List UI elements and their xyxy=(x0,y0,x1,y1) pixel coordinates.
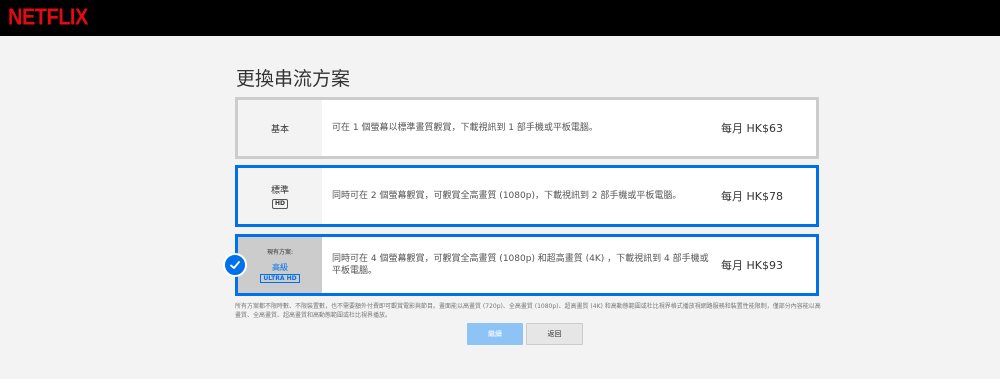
plan-name: 標準 xyxy=(270,186,289,196)
plan-price: 每月 HK$93 xyxy=(721,259,783,272)
ultra-hd-badge: ULTRA HD xyxy=(260,274,300,283)
page-title: 更換串流方案 xyxy=(236,68,351,90)
current-plan-label: 現有方案: xyxy=(266,249,294,256)
hd-badge: HD xyxy=(271,199,288,209)
plan-basic[interactable]: 基本 可在 1 個螢幕以標準畫質觀賞，下載視訊到 1 部手機或平板電腦。 每月 … xyxy=(235,97,819,159)
plan-name-cell: 現有方案: 高級 ULTRA HD xyxy=(238,237,322,293)
plan-description: 可在 1 個螢幕以標準畫質觀賞，下載視訊到 1 部手機或平板電腦。 xyxy=(332,123,598,133)
plan-price: 每月 HK$63 xyxy=(721,122,783,135)
plan-name-cell: 基本 xyxy=(238,100,322,156)
plan-footnote: 所有方案都不限時數、不限裝置數，也不需要額外付費即可觀賞電影與節目。畫面能以高畫… xyxy=(235,303,821,319)
plan-description: 同時可在 4 個螢幕觀賞，可觀賞全高畫質 (1080p) 和超高畫質 (4K) … xyxy=(332,254,709,276)
plan-name: 基本 xyxy=(270,124,289,135)
checkmark-icon xyxy=(223,253,247,277)
plan-name: 高級 xyxy=(272,263,288,272)
netflix-logo[interactable]: NETFLIX xyxy=(8,5,88,31)
plan-price: 每月 HK$78 xyxy=(721,190,783,203)
plan-description: 同時可在 2 個螢幕觀賞，可觀賞全高畫質 (1080p)，下載視訊到 2 部手機… xyxy=(332,191,682,201)
top-bar: NETFLIX xyxy=(0,0,1000,36)
back-button[interactable]: 返回 xyxy=(526,323,583,345)
continue-button[interactable]: 繼續 xyxy=(467,323,523,345)
plan-premium[interactable]: 現有方案: 高級 ULTRA HD 同時可在 4 個螢幕觀賞，可觀賞全高畫質 (… xyxy=(235,234,819,296)
plan-standard[interactable]: 標準 HD 同時可在 2 個螢幕觀賞，可觀賞全高畫質 (1080p)，下載視訊到… xyxy=(235,165,819,227)
plan-name-cell: 標準 HD xyxy=(238,168,322,224)
